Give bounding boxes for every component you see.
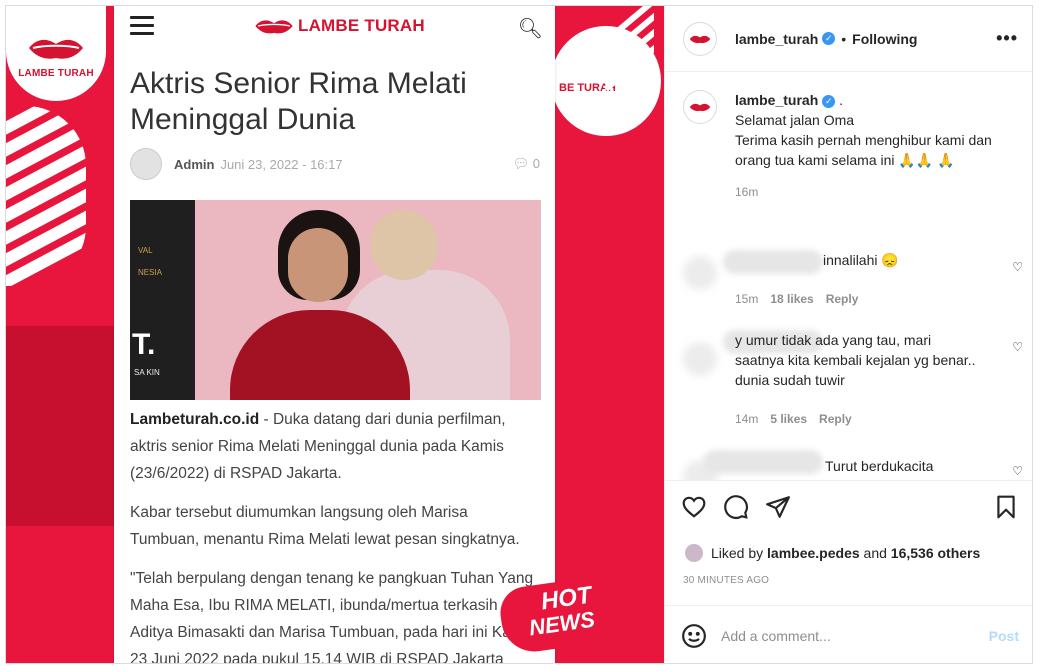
separator-dot: • xyxy=(841,30,847,47)
more-options-icon[interactable]: ••• xyxy=(996,28,1018,49)
caption-line-1: Selamat jalan Oma xyxy=(735,112,855,128)
photo-text-2: NESIA xyxy=(138,268,163,277)
comment-count: 💬︎ 0 xyxy=(512,156,540,171)
photo-small-text: SA KIN xyxy=(134,368,160,377)
comment-item: Turut berdukacita ♡ xyxy=(683,450,1023,480)
comment-meta: 14m 5 likes Reply xyxy=(735,412,864,426)
article-date: Juni 23, 2022 - 16:17 xyxy=(220,156,343,172)
photo-text-1: VAL xyxy=(138,246,153,255)
photo-backdrop-text: VAL NESIA xyxy=(138,240,162,284)
like-comment-heart-icon[interactable]: ♡ xyxy=(1012,340,1023,354)
comment-bubble-icon[interactable] xyxy=(723,494,749,520)
caption-text: lambe_turah ✓ . Selamat jalan Oma Terima … xyxy=(735,90,1023,202)
article-paragraph-3: "Telah berpulang dengan tenang ke pangku… xyxy=(130,570,535,664)
lips-icon xyxy=(27,36,85,60)
caption-time[interactable]: 16m xyxy=(735,185,758,199)
verified-badge-icon: ✓ xyxy=(822,94,836,108)
hot-news-badge: HOT NEWS xyxy=(497,572,641,656)
article-title: Aktris Senior Rima Melati Meninggal Duni… xyxy=(130,67,467,136)
post-header: lambe_turah ✓ • Following ••• xyxy=(665,6,1032,72)
article-paragraph-1: Lambeturah.co.id - Duka datang dari duni… xyxy=(130,406,540,487)
post-timestamp[interactable]: 30 MINUTES AGO xyxy=(683,575,769,586)
blurred-avatar xyxy=(683,256,717,290)
post-side-panel: lambe_turah ✓ • Following ••• lambe_tura… xyxy=(664,6,1032,663)
article-author: Admin xyxy=(174,156,215,172)
hamburger-menu-icon xyxy=(130,16,154,36)
lips-icon xyxy=(689,35,711,43)
caption-meta: 16m xyxy=(735,182,1023,202)
lips-icon xyxy=(255,20,293,34)
article-body: Lambeturah.co.id - Duka datang dari duni… xyxy=(130,406,540,664)
comment-meta: 15m 18 likes Reply xyxy=(735,292,870,306)
post-actions xyxy=(665,480,1032,532)
verified-badge-icon: ✓ xyxy=(822,32,836,45)
comment-input[interactable] xyxy=(721,627,971,644)
site-name: LAMBE TURAH xyxy=(298,16,425,35)
comment-text: y umur tidak ada yang tau, mari saatnya … xyxy=(735,332,976,388)
add-comment-bar: Post xyxy=(665,605,1032,663)
photo-woman xyxy=(230,210,410,400)
article-paragraph-2: Kabar tersebut diumumkan langsung oleh M… xyxy=(130,504,520,548)
following-button[interactable]: Following xyxy=(852,31,917,47)
decorative-stripes xyxy=(6,106,86,286)
author-avatar xyxy=(130,148,162,180)
liker-avatar[interactable] xyxy=(683,542,705,564)
post-comment-button[interactable]: Post xyxy=(989,628,1019,644)
liked-by-middle: and xyxy=(863,545,887,561)
reply-button[interactable]: Reply xyxy=(826,292,859,306)
blurred-avatar xyxy=(683,342,717,376)
decorative-stripes-right xyxy=(594,6,654,106)
comments-list[interactable]: lambe_turah ✓ . Selamat jalan Oma Terima … xyxy=(665,72,1032,480)
like-heart-icon[interactable] xyxy=(681,494,707,520)
like-comment-heart-icon[interactable]: ♡ xyxy=(1012,260,1023,274)
share-send-icon[interactable] xyxy=(765,494,791,520)
blurred-username xyxy=(723,250,823,274)
comment-count-value: 0 xyxy=(532,156,540,171)
likes-count[interactable]: 16,536 others xyxy=(891,545,981,561)
instagram-post-window: BE TURAH LAMBE TURAH LAMBE TURAH 🔍︎ Aktr… xyxy=(5,5,1033,664)
lips-icon xyxy=(689,103,711,112)
header-username[interactable]: lambe_turah xyxy=(735,31,818,47)
caption-trailing: . xyxy=(835,92,844,108)
article-screenshot: LAMBE TURAH 🔍︎ Aktris Senior Rima Melati… xyxy=(114,6,555,664)
logo-text: LAMBE TURAH xyxy=(18,68,94,79)
comment-likes[interactable]: 5 likes xyxy=(770,412,807,426)
reply-button[interactable]: Reply xyxy=(819,412,852,426)
post-image[interactable]: BE TURAH LAMBE TURAH LAMBE TURAH 🔍︎ Aktr… xyxy=(6,6,664,664)
article-source: Lambeturah.co.id xyxy=(130,411,260,428)
liked-by: Liked by lambee.pedes and 16,536 others xyxy=(683,542,980,564)
article-meta: Admin Juni 23, 2022 - 16:17 💬︎ 0 xyxy=(130,146,540,182)
site-logo: LAMBE TURAH xyxy=(254,16,425,36)
save-bookmark-icon[interactable] xyxy=(993,494,1019,520)
lambe-turah-logo: LAMBE TURAH xyxy=(6,6,106,101)
comment-time[interactable]: 15m xyxy=(735,292,758,306)
caption-line-2: Terima kasih pernah menghibur kami dan o… xyxy=(735,132,992,168)
comment-time[interactable]: 14m xyxy=(735,412,758,426)
post-caption: lambe_turah ✓ . Selamat jalan Oma Terima … xyxy=(683,90,1023,202)
caption-avatar[interactable] xyxy=(683,90,717,124)
comment-text: Turut berdukacita xyxy=(825,458,934,474)
liked-by-prefix: Liked by xyxy=(711,545,764,561)
comment-text: innalilahi 😞 xyxy=(823,252,899,268)
like-comment-heart-icon[interactable]: ♡ xyxy=(1012,464,1023,478)
comment-item: innalilahi 😞 ♡ 15m 18 likes Reply xyxy=(683,250,1023,310)
blurred-username xyxy=(703,450,823,474)
emoji-smiley-icon[interactable] xyxy=(681,623,707,649)
decorative-block xyxy=(6,326,116,526)
comment-likes[interactable]: 18 likes xyxy=(770,292,813,306)
comment-item: y umur tidak ada yang tau, mari saatnya … xyxy=(683,330,1023,430)
photo-big-text: T. xyxy=(132,328,156,361)
search-icon: 🔍︎ xyxy=(517,18,543,40)
avatar[interactable] xyxy=(683,21,717,56)
liker-username[interactable]: lambee.pedes xyxy=(767,545,860,561)
article-photo: VAL NESIA T. SA KIN xyxy=(130,200,541,400)
caption-username[interactable]: lambe_turah xyxy=(735,92,818,108)
